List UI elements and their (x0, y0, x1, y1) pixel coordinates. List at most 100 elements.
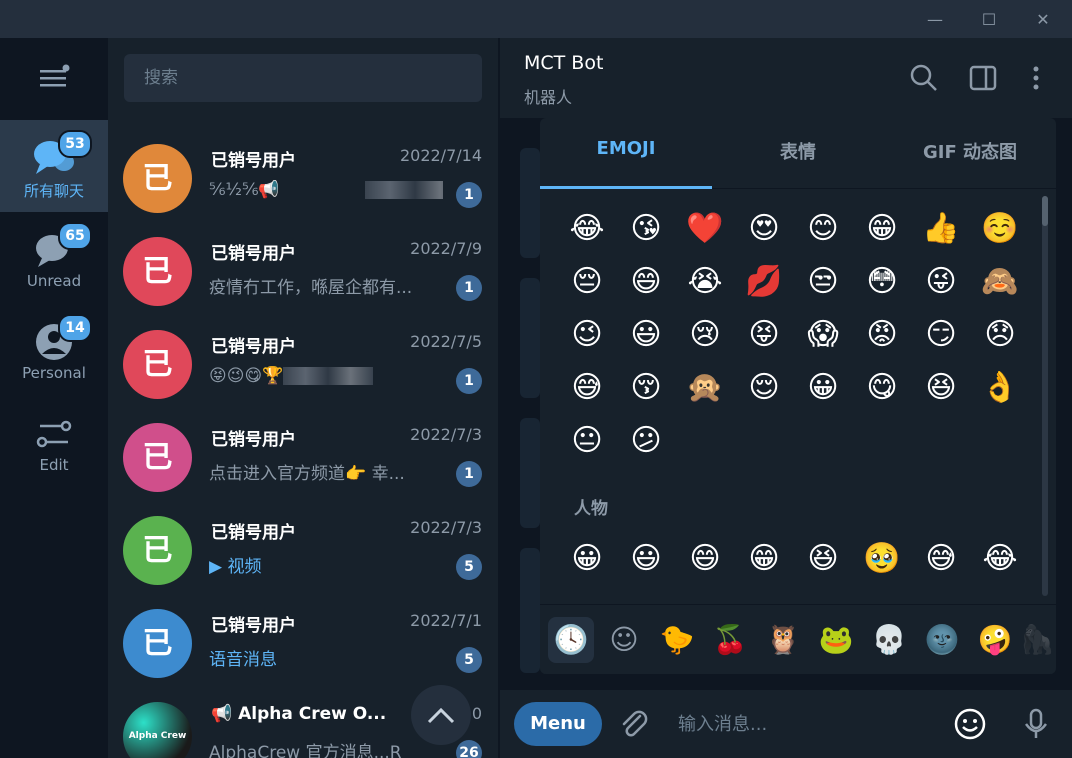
sticker-pack-moon-icon[interactable]: 🌚 (919, 617, 965, 663)
chat-item[interactable]: 已 已销号用户 2022/7/5 😝😉😋🏆 1 (108, 318, 498, 411)
avatar: 已 (123, 423, 192, 492)
unread-badge: 65 (58, 222, 92, 250)
attach-icon[interactable] (616, 706, 652, 742)
tab-emoji[interactable]: EMOJI (540, 138, 712, 159)
sticker-pack-chick-icon[interactable]: 🐤 (654, 617, 700, 663)
emoji-button[interactable]: 😱 (804, 316, 842, 354)
sticker-pack-cherry-icon[interactable]: 🍒 (707, 617, 753, 663)
emoji-button[interactable]: 😳 (863, 263, 901, 301)
chat-name: 已销号用户 (211, 337, 296, 357)
folder-label: 所有聊天 (23, 182, 84, 200)
emoji-button[interactable]: 😃 (627, 540, 665, 578)
scroll-up-button[interactable] (411, 685, 471, 745)
hamburger-menu-icon[interactable] (38, 64, 70, 90)
emoji-button[interactable]: 😞 (981, 316, 1019, 354)
folder-personal[interactable]: Personal 14 (0, 304, 108, 396)
sticker-pack-crazy-icon[interactable]: 🤪 (972, 617, 1018, 663)
chat-item[interactable]: 已 已销号用户 2022/7/1 语音消息 5 (108, 597, 498, 690)
unread-badge: 1 (456, 182, 482, 208)
emoji-button[interactable]: 😌 (745, 369, 783, 407)
emoji-button[interactable]: 😃 (627, 316, 665, 354)
chat-date: 2022/7/3 (410, 518, 482, 537)
chat-item[interactable]: 已 已销号用户 2022/7/3 ▶ 视频 5 (108, 504, 498, 597)
emoji-button[interactable]: 😐 (568, 422, 606, 460)
chat-item[interactable]: 已 已销号用户 2022/7/14 ⅚½⅚📢 1 (108, 132, 498, 225)
emoji-button[interactable]: 👌 (981, 369, 1019, 407)
sidebar-toggle-icon[interactable] (967, 62, 999, 94)
emoji-category-strip: 🕓 ☺ 🐤 🍒 🦉 🐸 💀 🌚 🤪 🦍 (540, 604, 1056, 674)
emoji-button[interactable]: 😅 (568, 369, 606, 407)
chat-title[interactable]: MCT Bot (524, 52, 603, 74)
tab-stickers[interactable]: 表情 (712, 138, 884, 164)
chat-item[interactable]: 已 已销号用户 2022/7/3 点击进入官方频道👉 幸... 1 (108, 411, 498, 504)
emoji-button[interactable]: 😀 (568, 540, 606, 578)
chat-list: 搜索 已 已销号用户 2022/7/14 ⅚½⅚📢 1 已 已销号用户 2022… (108, 38, 500, 758)
emoji-button[interactable]: 😉 (568, 316, 606, 354)
emoji-button[interactable]: 😁 (745, 540, 783, 578)
search-icon[interactable] (908, 62, 940, 94)
sticker-pack-skull-icon[interactable]: 💀 (866, 617, 912, 663)
microphone-icon[interactable] (1018, 706, 1054, 742)
emoji-button[interactable]: ❤️ (686, 210, 724, 248)
blurred-text (365, 181, 443, 199)
emoji-button[interactable]: 😘 (627, 210, 665, 248)
emoji-button[interactable]: 👍 (922, 210, 960, 248)
unread-badge: 1 (456, 368, 482, 394)
emoji-button[interactable]: ☺️ (981, 210, 1019, 248)
emoji-button[interactable]: 😚 (627, 369, 665, 407)
emoji-button[interactable]: 😂 (981, 540, 1019, 578)
sticker-pack-gorilla-icon[interactable]: 🦍 (1014, 617, 1056, 663)
emoji-button[interactable]: 😋 (863, 369, 901, 407)
smiley-category-icon[interactable]: ☺ (601, 617, 647, 663)
avatar: 已 (123, 516, 192, 585)
folder-edit[interactable]: Edit (0, 396, 108, 488)
unread-badge: 26 (456, 740, 482, 758)
bot-menu-button[interactable]: Menu (514, 702, 602, 746)
emoji-button[interactable]: 😭 (686, 263, 724, 301)
more-menu-icon[interactable] (1020, 62, 1052, 94)
recent-clock-icon[interactable]: 🕓 (548, 617, 594, 663)
close-button[interactable]: ✕ (1018, 0, 1068, 38)
emoji-button[interactable]: 💋 (745, 263, 783, 301)
emoji-button[interactable]: 😁 (863, 210, 901, 248)
emoji-button[interactable]: 😕 (627, 422, 665, 460)
emoji-button[interactable]: 😏 (922, 316, 960, 354)
emoji-button[interactable]: 😍 (745, 210, 783, 248)
emoji-button[interactable]: 😔 (568, 263, 606, 301)
emoji-button[interactable]: 😀 (804, 369, 842, 407)
emoji-button[interactable]: 🥹 (863, 540, 901, 578)
message-input[interactable]: 输入消息... (678, 710, 767, 736)
folder-unread[interactable]: Unread 65 (0, 212, 108, 304)
emoji-button[interactable]: 😢 (686, 316, 724, 354)
search-input[interactable]: 搜索 (124, 54, 482, 102)
emoji-button[interactable]: 😜 (922, 263, 960, 301)
emoji-button[interactable]: 🙈 (981, 263, 1019, 301)
tab-gifs[interactable]: GIF 动态图 (884, 138, 1056, 164)
emoji-button[interactable]: 😆 (804, 540, 842, 578)
emoji-button[interactable]: 😄 (686, 540, 724, 578)
sticker-pack-frog-icon[interactable]: 🐸 (813, 617, 859, 663)
emoji-button[interactable]: 😂 (568, 210, 606, 248)
title-bar: — ☐ ✕ (0, 0, 1072, 38)
emoji-button[interactable]: 😄 (627, 263, 665, 301)
chat-item[interactable]: 已 已销号用户 2022/7/9 疫情冇工作，喺屋企都有... 1 (108, 225, 498, 318)
avatar: 已 (123, 609, 192, 678)
chat-preview: ▶ 视频 (209, 557, 262, 577)
emoji-button[interactable]: 😆 (922, 369, 960, 407)
emoji-button[interactable]: 😒 (804, 263, 842, 301)
maximize-button[interactable]: ☐ (964, 0, 1014, 38)
emoji-button[interactable]: 😊 (804, 210, 842, 248)
sticker-pack-owl-icon[interactable]: 🦉 (760, 617, 806, 663)
unread-badge: 1 (456, 275, 482, 301)
emoji-button[interactable]: 😡 (863, 316, 901, 354)
emoji-button[interactable]: 🙊 (686, 369, 724, 407)
chat-date: 2022/7/1 (410, 611, 482, 630)
emoji-scrollbar[interactable] (1042, 196, 1048, 596)
emoji-icon[interactable] (952, 706, 988, 742)
emoji-button[interactable]: 😅 (922, 540, 960, 578)
minimize-button[interactable]: — (910, 0, 960, 38)
emoji-button[interactable]: 😝 (745, 316, 783, 354)
folder-all-chats[interactable]: 所有聊天 53 (0, 120, 108, 212)
chat-preview: AlphaCrew 官方消息...R (209, 743, 402, 758)
chat-name: 📢 Alpha Crew O... (211, 704, 387, 724)
